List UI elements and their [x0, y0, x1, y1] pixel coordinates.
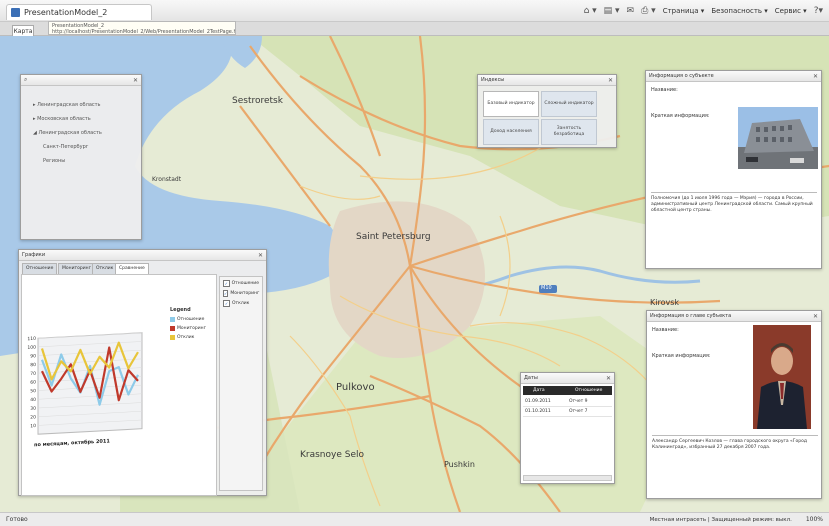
- home-icon[interactable]: ⌂ ▾: [584, 6, 597, 16]
- place-pushkin: Pushkin: [444, 460, 475, 469]
- chart-legend: Legend Отношение Мониторинг Отклик: [170, 307, 212, 363]
- plot-background: [37, 332, 143, 435]
- tab-tooltip: PresentationModel_2 http://localhost/Pre…: [48, 21, 236, 35]
- y-tick-label: 30: [30, 406, 36, 412]
- indicators-panel: Индексы ✕ Базовый индикатор Сложный инди…: [477, 74, 617, 148]
- subject-brief-label: Краткая информация:: [651, 113, 710, 119]
- zoom-level[interactable]: 100%: [806, 516, 829, 523]
- y-tick-label: 70: [30, 371, 36, 377]
- close-icon[interactable]: ✕: [606, 375, 611, 382]
- portrait-photo: [753, 325, 811, 429]
- place-krasnoye-selo: Krasnoye Selo: [300, 450, 364, 460]
- col-date[interactable]: Дата: [523, 388, 575, 393]
- subject-info-header: Информация о субъекте ✕: [646, 71, 821, 82]
- tree-item[interactable]: ◢ Ленинградская область: [33, 130, 102, 136]
- y-tick-label: 50: [30, 388, 36, 394]
- mail-icon[interactable]: ✉: [627, 6, 635, 16]
- series-checkbox[interactable]: ✓ Мониторинг: [223, 290, 259, 297]
- legend-title: Legend: [170, 307, 191, 313]
- help-icon[interactable]: ?▾: [814, 6, 823, 16]
- head-description: Александр Сергеевич Козлов — глава город…: [652, 435, 818, 451]
- y-tick-label: 60: [30, 379, 36, 385]
- y-tick-label: 10: [30, 423, 36, 429]
- x-axis-caption: по месяцам, октябрь 2011: [34, 437, 110, 448]
- subject-info-panel: Информация о субъекте ✕ Название: Кратка…: [645, 70, 822, 269]
- legend-item: Отклик: [170, 335, 212, 340]
- tree-item[interactable]: Регионы: [43, 158, 65, 164]
- head-info-title: Информация о главе субъекта: [650, 313, 732, 319]
- charts-header: Графики ✕: [19, 250, 266, 261]
- close-icon[interactable]: ✕: [608, 77, 613, 84]
- subject-name-label: Название:: [651, 87, 678, 93]
- place-saint-petersburg: Saint Petersburg: [356, 232, 431, 242]
- browser-menu: ⌂ ▾ ▤ ▾ ✉ ⎙ ▾ Страница ▾ Безопасность ▾ …: [584, 4, 823, 18]
- dates-table-header: Дата Отношение: [523, 386, 612, 395]
- subject-description: Полномочия (до 1 июля 1996 года — Мэрия)…: [651, 192, 817, 214]
- indicator-employment-button[interactable]: Занятость безработица: [541, 119, 597, 145]
- browser-tab[interactable]: PresentationModel_2: [6, 4, 152, 20]
- menu-security[interactable]: Безопасность ▾: [711, 7, 767, 15]
- close-icon[interactable]: ✕: [813, 73, 818, 80]
- chart-area: 110 100 90 80 70 60 50 40 30 20 10 по месяцам, октя…: [21, 274, 217, 496]
- y-tick-label: 80: [30, 362, 36, 368]
- zone-text: Местная интрасеть | Защищенный режим: вы…: [649, 516, 792, 523]
- place-kronstadt: Kronstadt: [152, 176, 182, 183]
- series-checkbox[interactable]: ✓ Отношение: [223, 280, 259, 287]
- page-icon: [11, 8, 20, 17]
- head-brief-label: Краткая информация:: [652, 353, 711, 359]
- browser-statusbar: Готово Местная интрасеть | Защищенный ре…: [0, 512, 829, 526]
- place-kirovsk: Kirovsk: [650, 298, 680, 307]
- dates-panel: Даты ✕ Дата Отношение 01.09.2011 Отчет 9 …: [520, 372, 615, 484]
- tree-item[interactable]: ▸ Ленинградская область: [33, 102, 101, 108]
- close-icon[interactable]: ✕: [258, 252, 263, 259]
- status-text: Готово: [6, 516, 28, 523]
- browser-tab-title: PresentationModel_2: [24, 8, 108, 17]
- place-sestroretsk: Sestroretsk: [232, 96, 283, 106]
- region-tree-panel: ⌕ ✕ ▸ Ленинградская область ▸ Московская…: [20, 74, 142, 240]
- indicator-basic-button[interactable]: Базовый индикатор: [483, 91, 539, 117]
- head-info-header: Информация о главе субъекта ✕: [647, 311, 821, 322]
- head-info-panel: Информация о главе субъекта ✕ Название: …: [646, 310, 822, 499]
- series-filter: ✓ Отношение ✓ Мониторинг ✓ Отклик: [219, 276, 263, 491]
- charts-title: Графики: [22, 252, 46, 258]
- table-row[interactable]: 01.10.2011 Отчет 7: [523, 407, 612, 417]
- road-badge: M10: [541, 285, 552, 291]
- col-event[interactable]: Отношение: [575, 388, 602, 393]
- building-photo: [738, 107, 818, 169]
- indicators-title: Индексы: [481, 77, 505, 83]
- tab-map[interactable]: Карта: [12, 25, 34, 36]
- close-icon[interactable]: ✕: [133, 77, 138, 84]
- indicator-income-button[interactable]: Доход населения: [483, 119, 539, 145]
- legend-item: Мониторинг: [170, 326, 212, 331]
- charts-panel: Графики ✕ Отношение Мониторинг Отклик Ср…: [18, 249, 267, 496]
- legend-item: Отношение: [170, 317, 212, 322]
- tree-item[interactable]: Санкт-Петербург: [43, 144, 88, 150]
- print-icon[interactable]: ⎙ ▾: [641, 6, 656, 16]
- tree-panel-header: ⌕ ✕: [21, 75, 141, 86]
- y-tick-label: 40: [30, 397, 36, 403]
- menu-page[interactable]: Страница ▾: [663, 7, 705, 15]
- search-icon[interactable]: ⌕: [24, 76, 27, 84]
- tooltip-url: http://localhost/PresentationModel_2/Web…: [52, 29, 236, 35]
- series-checkbox[interactable]: ✓ Отклик: [223, 300, 259, 307]
- menu-tools[interactable]: Сервис ▾: [775, 7, 807, 15]
- place-pulkovo: Pulkovo: [336, 382, 375, 393]
- close-icon[interactable]: ✕: [813, 313, 818, 320]
- dates-header: Даты ✕: [521, 373, 614, 384]
- y-tick-label: 110: [27, 336, 36, 342]
- plot-group: 110 100 90 80 70 60 50 40 30 20 10 по месяцам, октя…: [27, 332, 143, 448]
- head-name-label: Название:: [652, 327, 679, 333]
- indicator-complex-button[interactable]: Сложный индикатор: [541, 91, 597, 117]
- dates-title: Даты: [524, 375, 538, 381]
- feeds-icon[interactable]: ▤ ▾: [604, 6, 620, 16]
- y-tick-label: 20: [30, 414, 36, 420]
- subject-info-title: Информация о субъекте: [649, 73, 714, 79]
- indicators-header: Индексы ✕: [478, 75, 616, 86]
- y-tick-label: 100: [27, 344, 36, 350]
- horizontal-scrollbar[interactable]: [523, 475, 612, 481]
- y-tick-label: 90: [30, 353, 36, 359]
- tree-item[interactable]: ▸ Московская область: [33, 116, 91, 122]
- table-row[interactable]: 01.09.2011 Отчет 9: [523, 397, 612, 407]
